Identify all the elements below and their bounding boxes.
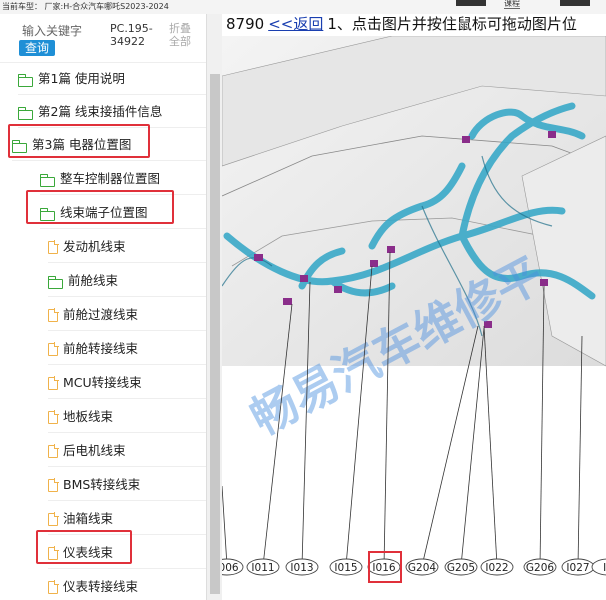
file-icon — [48, 240, 59, 254]
tree-item-10[interactable]: MCU转接线束 — [48, 366, 206, 399]
highlight-box — [26, 190, 174, 224]
connector-label: G205 — [447, 562, 475, 574]
connector-mark — [548, 131, 556, 138]
search-panel: 输入关键字 查询 PC.195-34922 折叠全部 — [0, 14, 206, 63]
file-icon — [48, 478, 59, 492]
tree-item-label: 前舱转接线束 — [63, 341, 139, 356]
tree-item-label: 发动机线束 — [63, 239, 126, 254]
highlight-box — [8, 124, 150, 158]
connector-labels: I006 I011 I013 I015 I016 G204 G205 I022 G206 I027… — [222, 558, 606, 576]
tree-item-13[interactable]: BMS转接线束 — [48, 468, 206, 501]
connector-mark — [387, 246, 395, 253]
tree-item-6[interactable]: 发动机线束 — [48, 230, 206, 263]
tree-item-label: 前舱线束 — [68, 273, 119, 288]
tree-item-9[interactable]: 前舱转接线束 — [48, 332, 206, 365]
connector-label: I022 — [485, 562, 508, 574]
search-input[interactable]: 输入关键字 — [22, 22, 82, 39]
instruction-text: 1、点击图片并按住鼠标可拖动图片位 — [327, 15, 577, 33]
file-icon — [48, 580, 59, 594]
folder-icon — [18, 106, 33, 120]
connector-mark — [283, 298, 292, 305]
file-icon — [48, 376, 59, 390]
tree-item-label: 第1篇 使用说明 — [38, 71, 125, 86]
page-number: 8790 — [226, 15, 265, 33]
scroll-thumb[interactable] — [210, 74, 220, 594]
connector-label: I006 — [222, 562, 239, 574]
file-icon — [48, 410, 59, 424]
sidebar-scrollbar[interactable] — [206, 14, 223, 600]
tree-item-1[interactable]: 第1篇 使用说明 — [18, 62, 206, 95]
connector-mark — [462, 136, 470, 143]
file-icon — [48, 308, 59, 322]
tree-item-label: 第2篇 线束接插件信息 — [38, 104, 163, 119]
tree-item-7[interactable]: 前舱线束 — [48, 264, 206, 297]
pc-code: PC.195-34922 — [110, 22, 153, 48]
tree-item-label: MCU转接线束 — [63, 375, 142, 390]
connector-label: I027 — [566, 562, 589, 574]
connector-label: G204 — [408, 562, 436, 574]
tree-item-label: 整车控制器位置图 — [60, 171, 161, 186]
tree-item-16[interactable]: 仪表转接线束 — [48, 570, 206, 600]
tree-item-label: 后电机线束 — [63, 443, 126, 458]
connector-label: I016 — [372, 562, 395, 574]
tree-item-label: 地板线束 — [63, 409, 114, 424]
tree-item-label: 前舱过渡线束 — [63, 307, 139, 322]
top-tab[interactable]: 课程 — [504, 0, 520, 9]
collapse-all-button[interactable]: 折叠全部 — [169, 22, 197, 48]
highlight-box — [36, 530, 132, 564]
connector-label: I011 — [251, 562, 274, 574]
connector-mark — [370, 260, 378, 267]
tree-item-11[interactable]: 地板线束 — [48, 400, 206, 433]
connector-label: G206 — [526, 562, 554, 574]
search-button[interactable]: 查询 — [19, 40, 55, 56]
connector-mark — [254, 254, 263, 261]
top-button-2[interactable] — [560, 0, 590, 6]
sidebar: 输入关键字 查询 PC.195-34922 折叠全部 第1篇 使用说明第2篇 线… — [0, 14, 222, 600]
tree-item-12[interactable]: 后电机线束 — [48, 434, 206, 467]
folder-icon — [18, 73, 33, 87]
connector-label: I015 — [334, 562, 357, 574]
nav-line: 8790 <<返回 1、点击图片并按住鼠标可拖动图片位 — [226, 14, 577, 34]
connector-label: I013 — [290, 562, 313, 574]
file-icon — [48, 512, 59, 526]
tree-item-label: 油箱线束 — [63, 511, 114, 526]
current-model-text: 当前车型： 厂家:H-合众汽车哪吒S2023-2024 — [2, 2, 169, 11]
back-link[interactable]: <<返回 — [268, 15, 323, 33]
file-icon — [48, 444, 59, 458]
tree-item-label: 仪表转接线束 — [63, 579, 139, 594]
file-icon — [48, 342, 59, 356]
harness-diagram[interactable]: 畅易汽车维修平 I006I011I013I015I016G204G205I022… — [222, 36, 606, 600]
tree-item-8[interactable]: 前舱过渡线束 — [48, 298, 206, 331]
top-button-1[interactable] — [456, 0, 486, 6]
top-status-bar: 当前车型： 厂家:H-合众汽车哪吒S2023-2024 课程 — [0, 0, 606, 14]
connector-mark — [334, 286, 342, 293]
folder-icon — [40, 173, 55, 187]
main-content: 8790 <<返回 1、点击图片并按住鼠标可拖动图片位 畅易汽车维修平 06 I… — [222, 14, 606, 600]
connector-mark — [300, 275, 308, 282]
tree-item-label: BMS转接线束 — [63, 477, 141, 492]
folder-icon — [48, 275, 63, 289]
